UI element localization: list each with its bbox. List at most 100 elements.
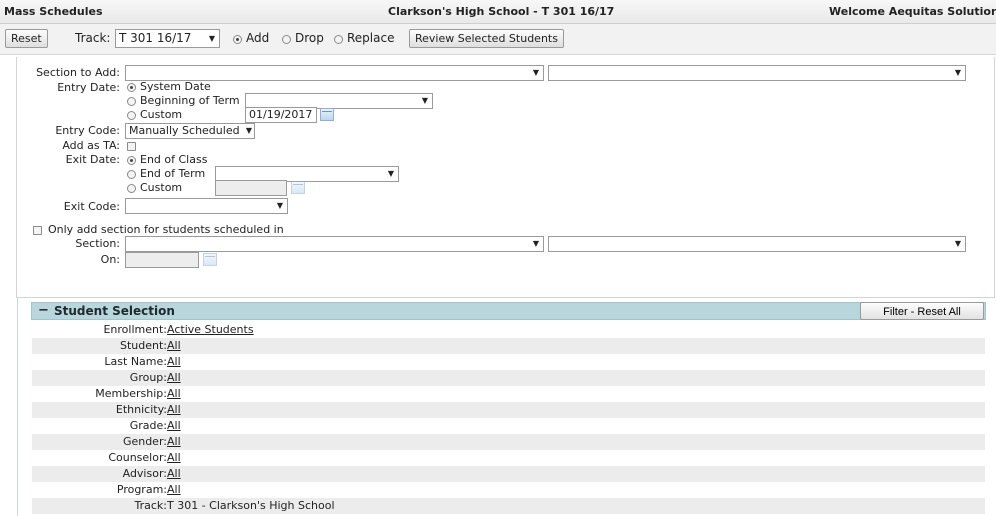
filter-label: Student: xyxy=(119,339,167,352)
filter-label: Last Name: xyxy=(104,355,167,368)
exit-end-of-term-radio[interactable] xyxy=(127,170,136,179)
entry-beginning-of-term-label: Beginning of Term xyxy=(140,94,240,107)
entry-system-date-radio[interactable] xyxy=(127,83,136,92)
filter-link-group[interactable]: All xyxy=(167,371,181,384)
filter-row-student: Student: All xyxy=(32,338,985,354)
filter-link-enrollment[interactable]: Active Students xyxy=(167,323,254,336)
filter-link-gender[interactable]: All xyxy=(167,435,181,448)
entry-system-date-label: System Date xyxy=(140,80,211,93)
filter-value-track: T 301 - Clarkson's High School xyxy=(167,499,335,512)
add-as-ta-label: Add as TA: xyxy=(62,139,120,152)
filter-row-gender: Gender: All xyxy=(32,434,985,450)
track-select-value: T 301 16/17 xyxy=(119,31,192,45)
section-label: Section: xyxy=(75,237,120,250)
chevron-down-icon: ▼ xyxy=(532,68,539,77)
filter-link-last-name[interactable]: All xyxy=(167,355,181,368)
reset-button[interactable]: Reset xyxy=(5,29,48,48)
filter-link-student[interactable]: All xyxy=(167,339,181,352)
entry-code-label: Entry Code: xyxy=(55,124,120,137)
filter-label: Enrollment: xyxy=(103,323,167,336)
exit-custom-label: Custom xyxy=(140,181,183,194)
filter-link-advisor[interactable]: All xyxy=(167,467,181,480)
calendar-icon[interactable] xyxy=(291,181,305,194)
only-add-section-label: Only add section for students scheduled … xyxy=(48,223,284,236)
filter-label: Ethnicity: xyxy=(115,403,167,416)
filter-label: Track: xyxy=(134,499,168,512)
only-add-section-checkbox[interactable] xyxy=(33,226,42,235)
filter-label: Gender: xyxy=(122,435,167,448)
entry-custom-date-input[interactable]: 01/19/2017 xyxy=(245,107,317,123)
entry-custom-radio[interactable] xyxy=(127,111,136,120)
entry-date-label: Entry Date: xyxy=(57,81,120,94)
add-as-ta-checkbox[interactable] xyxy=(127,142,136,151)
mode-add-label: Add xyxy=(246,31,270,45)
mode-add-radio[interactable] xyxy=(233,35,242,44)
exit-end-of-class-radio[interactable] xyxy=(127,156,136,165)
page-title: Mass Schedules xyxy=(4,5,103,18)
filter-link-program[interactable]: All xyxy=(167,483,181,496)
calendar-icon[interactable] xyxy=(203,253,217,266)
exit-end-of-class-label: End of Class xyxy=(140,153,208,166)
filter-row-grade: Grade: All xyxy=(32,418,985,434)
chevron-down-icon: ▼ xyxy=(421,96,428,105)
exit-end-of-term-label: End of Term xyxy=(140,167,206,180)
filter-label: Grade: xyxy=(129,419,167,432)
filter-row-advisor: Advisor: All xyxy=(32,466,985,482)
filter-label: Counselor: xyxy=(108,451,167,464)
welcome-text: Welcome Aequitas Solution xyxy=(829,5,996,18)
filter-row-group: Group: All xyxy=(32,370,985,386)
entry-custom-label: Custom xyxy=(140,108,183,121)
chevron-down-icon: ▼ xyxy=(954,68,961,77)
student-selection-title: Student Selection xyxy=(54,304,175,318)
filter-label: Advisor: xyxy=(122,467,167,480)
filter-label: Membership: xyxy=(95,387,167,400)
exit-custom-radio[interactable] xyxy=(127,184,136,193)
student-selection-header[interactable]: − Student Selection xyxy=(31,302,986,320)
filter-row-last-name: Last Name: All xyxy=(32,354,985,370)
filter-row-enrollment: Enrollment: Active Students xyxy=(32,322,985,338)
title-bar: Mass Schedules Clarkson's High School - … xyxy=(0,0,996,24)
filter-row-counselor: Counselor: All xyxy=(32,450,985,466)
section-to-add-select[interactable]: ▼ xyxy=(125,65,544,81)
review-selected-students-button[interactable]: Review Selected Students xyxy=(409,29,564,48)
mode-replace-label: Replace xyxy=(347,31,395,45)
exit-code-select[interactable]: ▼ xyxy=(125,198,288,214)
chevron-down-icon: ▼ xyxy=(532,239,539,248)
chevron-down-icon: ▼ xyxy=(245,126,252,135)
calendar-icon[interactable] xyxy=(320,108,334,121)
filter-label: Group: xyxy=(129,371,167,384)
section-to-add-period-select[interactable]: ▼ xyxy=(548,65,966,81)
filter-link-grade[interactable]: All xyxy=(167,419,181,432)
mode-drop-radio[interactable] xyxy=(282,35,291,44)
filter-link-membership[interactable]: All xyxy=(167,387,181,400)
section-to-add-label: Section to Add: xyxy=(36,66,120,79)
chevron-down-icon: ▼ xyxy=(208,34,215,43)
section-period-select[interactable]: ▼ xyxy=(548,236,966,252)
filter-row-ethnicity: Ethnicity: All xyxy=(32,402,985,418)
section-select[interactable]: ▼ xyxy=(125,236,544,252)
entry-code-select[interactable]: Manually Scheduled ▼ xyxy=(125,123,255,139)
entry-beginning-of-term-radio[interactable] xyxy=(127,97,136,106)
chevron-down-icon: ▼ xyxy=(954,239,961,248)
school-title: Clarkson's High School - T 301 16/17 xyxy=(388,5,615,18)
track-select[interactable]: T 301 16/17 ▼ xyxy=(115,29,220,48)
collapse-icon[interactable]: − xyxy=(38,303,49,319)
track-label: Track: xyxy=(75,31,111,45)
on-label: On: xyxy=(100,253,120,266)
exit-code-label: Exit Code: xyxy=(63,200,120,213)
filter-row-program: Program: All xyxy=(32,482,985,498)
exit-date-label: Exit Date: xyxy=(65,153,120,166)
filter-link-counselor[interactable]: All xyxy=(167,451,181,464)
filter-row-membership: Membership: All xyxy=(32,386,985,402)
chevron-down-icon: ▼ xyxy=(387,169,394,178)
filter-row-track: Track: T 301 - Clarkson's High School xyxy=(32,498,985,514)
entry-code-value: Manually Scheduled xyxy=(129,124,240,137)
toolbar: Reset Track: T 301 16/17 ▼ Add Drop Repl… xyxy=(0,24,996,55)
on-date-input[interactable] xyxy=(125,252,199,268)
chevron-down-icon: ▼ xyxy=(276,201,283,210)
filter-link-ethnicity[interactable]: All xyxy=(167,403,181,416)
filter-reset-all-button[interactable]: Filter - Reset All xyxy=(860,302,984,320)
filter-label: Program: xyxy=(116,483,167,496)
mode-replace-radio[interactable] xyxy=(334,35,343,44)
exit-custom-date-input[interactable] xyxy=(215,180,287,196)
